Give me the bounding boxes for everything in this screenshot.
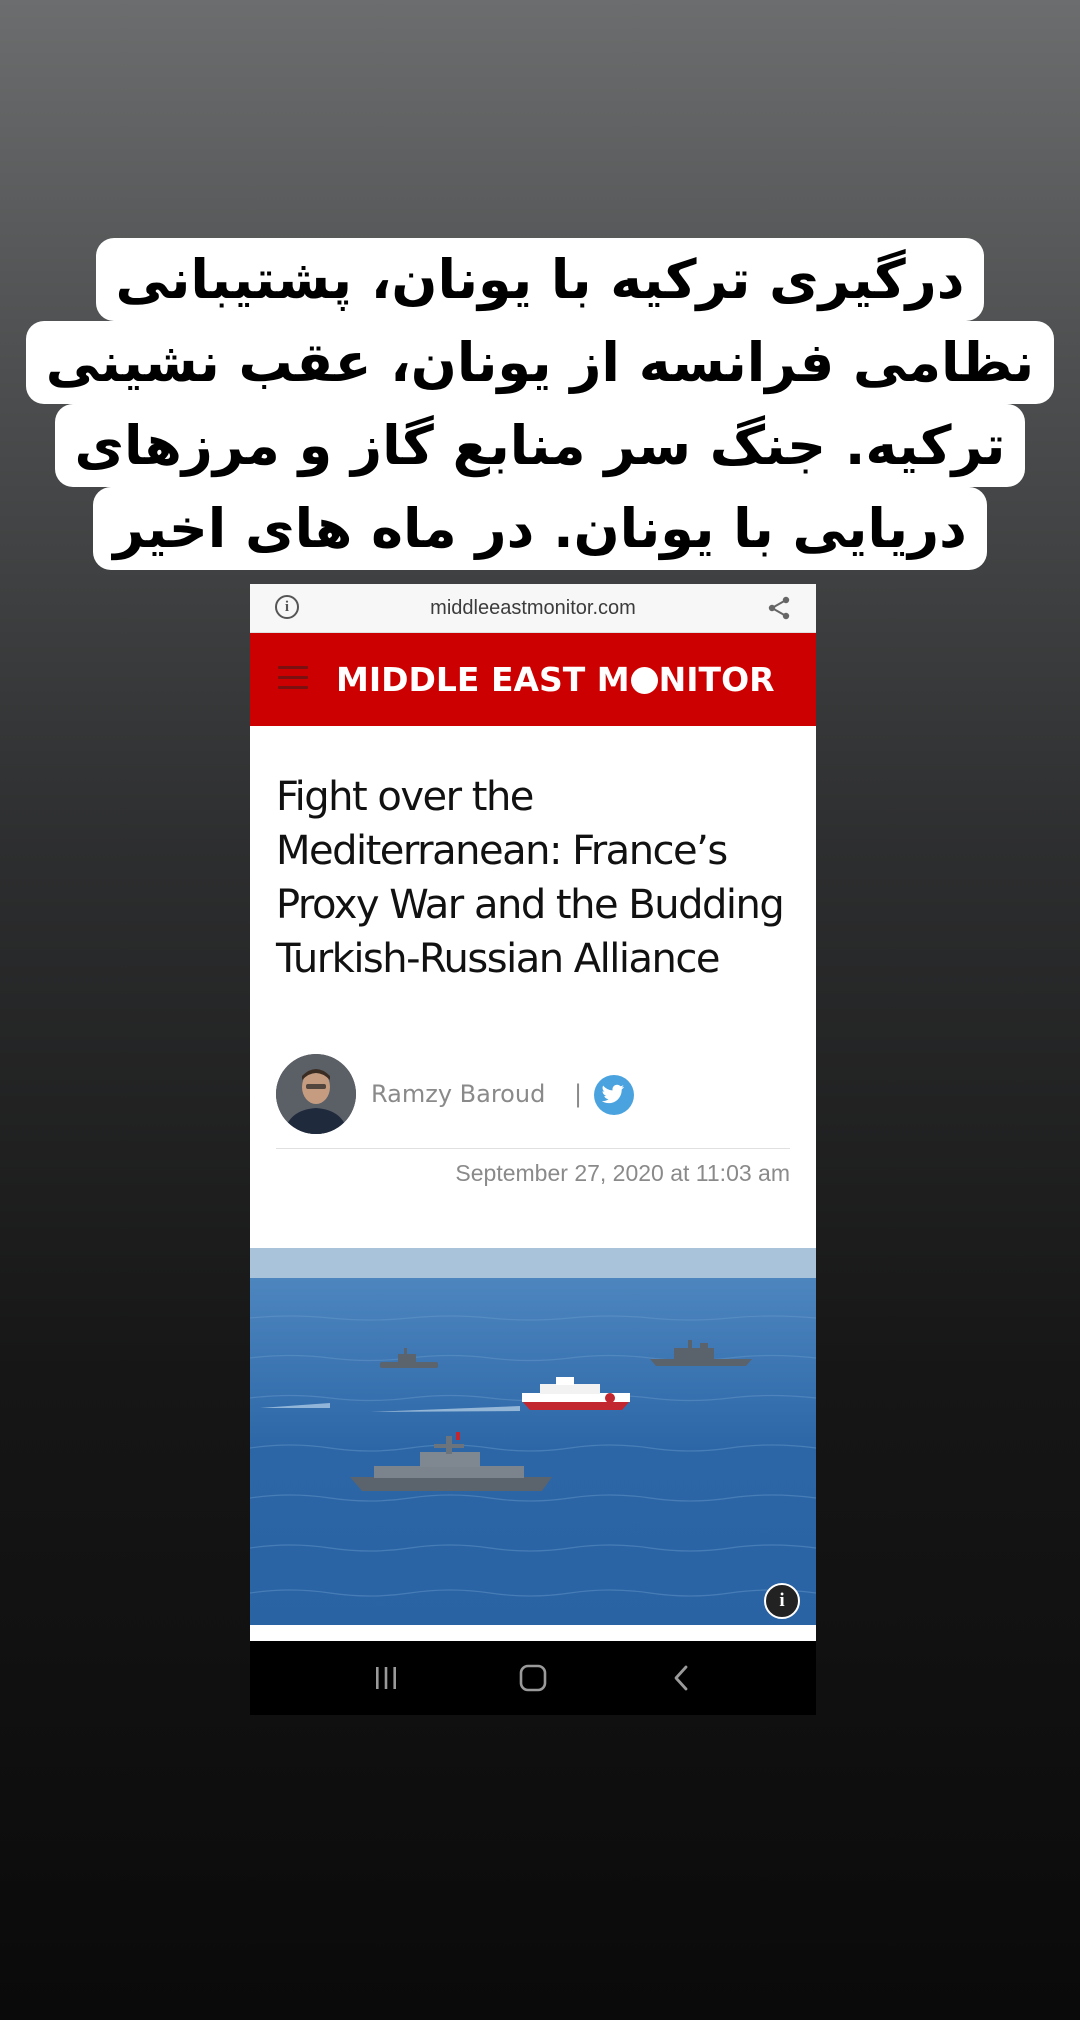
photo-info-button[interactable]: i <box>764 1583 800 1619</box>
avatar[interactable] <box>276 1054 356 1134</box>
publish-date: September 27, 2020 at 11:03 am <box>455 1160 790 1186</box>
caption-line: دریایی با یونان. در ماه های اخیر <box>93 487 987 570</box>
caption-line: ترکیه. جنگ سر منابع گاز و مرزهای <box>54 404 1026 487</box>
back-icon <box>674 1665 688 1691</box>
sea-ships-photo <box>250 1248 816 1625</box>
url-text[interactable]: middleeastmonitor.com <box>310 584 756 632</box>
logo-text-end: NITOR <box>658 660 775 699</box>
site-logo[interactable]: MIDDLE EAST M NITOR <box>336 633 775 726</box>
caption-line: درگیری ترکیه با یونان، پشتیبانی <box>95 238 985 321</box>
caption-overlay: درگیری ترکیه با یونان، پشتیبانی نظامی فر… <box>0 238 1080 570</box>
logo-text-start: MIDDLE EAST M <box>336 660 630 699</box>
info-icon[interactable]: i <box>275 595 299 619</box>
article-headline: Fight over the Mediterranean: France’s P… <box>276 774 785 982</box>
caption-line: نظامی فرانسه از یونان، عقب نشینی <box>25 321 1055 404</box>
logo-dot-icon <box>630 667 658 694</box>
phone-screenshot: i middleeastmonitor.com MIDDLE EAST M NIT… <box>250 584 816 1715</box>
back-button[interactable] <box>642 1641 722 1715</box>
home-icon <box>519 1664 547 1692</box>
home-button[interactable] <box>493 1641 573 1715</box>
divider <box>276 1148 790 1149</box>
browser-url-bar[interactable]: i middleeastmonitor.com <box>250 584 816 633</box>
system-nav-bar <box>250 1641 816 1715</box>
twitter-icon[interactable] <box>594 1075 634 1115</box>
article-hero-image[interactable]: i <box>250 1248 816 1625</box>
recents-icon <box>376 1667 396 1689</box>
site-header: MIDDLE EAST M NITOR <box>250 633 816 726</box>
hamburger-menu-icon[interactable] <box>278 666 308 692</box>
author-separator: | <box>574 1080 583 1108</box>
author-name[interactable]: Ramzy Baroud <box>371 1054 545 1134</box>
share-icon[interactable] <box>766 596 792 620</box>
author-row: Ramzy Baroud | <box>276 1054 790 1134</box>
recents-button[interactable] <box>346 1641 426 1715</box>
